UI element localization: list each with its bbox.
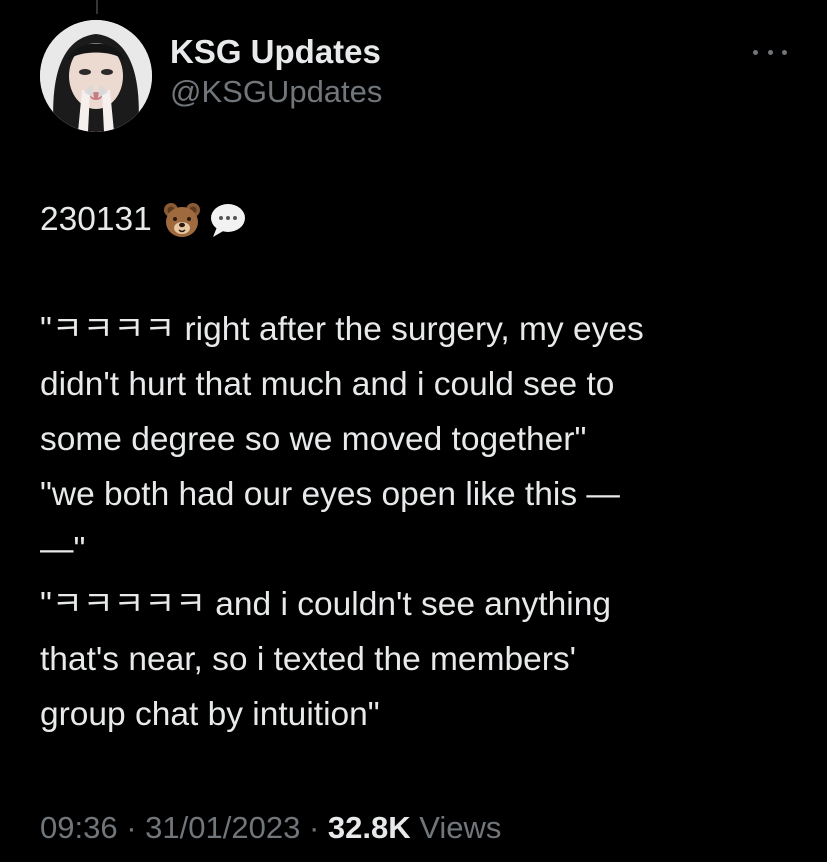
thread-connector-line <box>96 0 98 14</box>
tweet-date-line: 230131 <box>40 192 800 247</box>
tweet-header: KSG Updates @KSGUpdates <box>40 20 787 132</box>
avatar-image <box>40 20 152 132</box>
more-dot-icon <box>753 49 758 55</box>
author-names: KSG Updates @KSGUpdates <box>170 32 382 112</box>
views-count[interactable]: 32.8K <box>328 810 411 845</box>
more-dot-icon <box>767 49 773 55</box>
tweet-text-line: group chat by intuition" <box>40 696 380 733</box>
author-handle[interactable]: @KSGUpdates <box>170 72 382 112</box>
meta-separator: · <box>126 810 137 845</box>
tweet-date-code: 230131 <box>40 201 152 238</box>
tweet-text: 230131 "ㅋㅋㅋㅋ right after the surgery, my… <box>40 192 800 742</box>
tweet-date[interactable]: 31/01/2023 <box>145 810 300 845</box>
more-options-button[interactable] <box>753 42 787 62</box>
speech-balloon-icon <box>208 200 248 240</box>
author-display-name[interactable]: KSG Updates <box>170 32 382 72</box>
tweet-text-line: —" <box>40 531 86 568</box>
bear-face-icon <box>162 200 202 240</box>
tweet-text-line: "ㅋㅋㅋㅋㅋ and i couldn't see anything <box>40 586 611 623</box>
views-label: Views <box>419 810 502 845</box>
more-dot-icon <box>782 49 787 55</box>
tweet-text-line: "ㅋㅋㅋㅋ right after the surgery, my eyes <box>40 311 644 348</box>
tweet-text-line: some degree so we moved together" <box>40 421 587 458</box>
tweet-time[interactable]: 09:36 <box>40 810 118 845</box>
tweet-text-line: didn't hurt that much and i could see to <box>40 366 615 403</box>
avatar[interactable] <box>40 20 152 132</box>
tweet-text-line: "we both had our eyes open like this — <box>40 476 620 513</box>
tweet-text-line: that's near, so i texted the members' <box>40 641 577 678</box>
meta-separator: · <box>308 810 320 845</box>
tweet-meta: 09:36 · 31/01/2023 · 32.8K Views <box>40 808 501 848</box>
